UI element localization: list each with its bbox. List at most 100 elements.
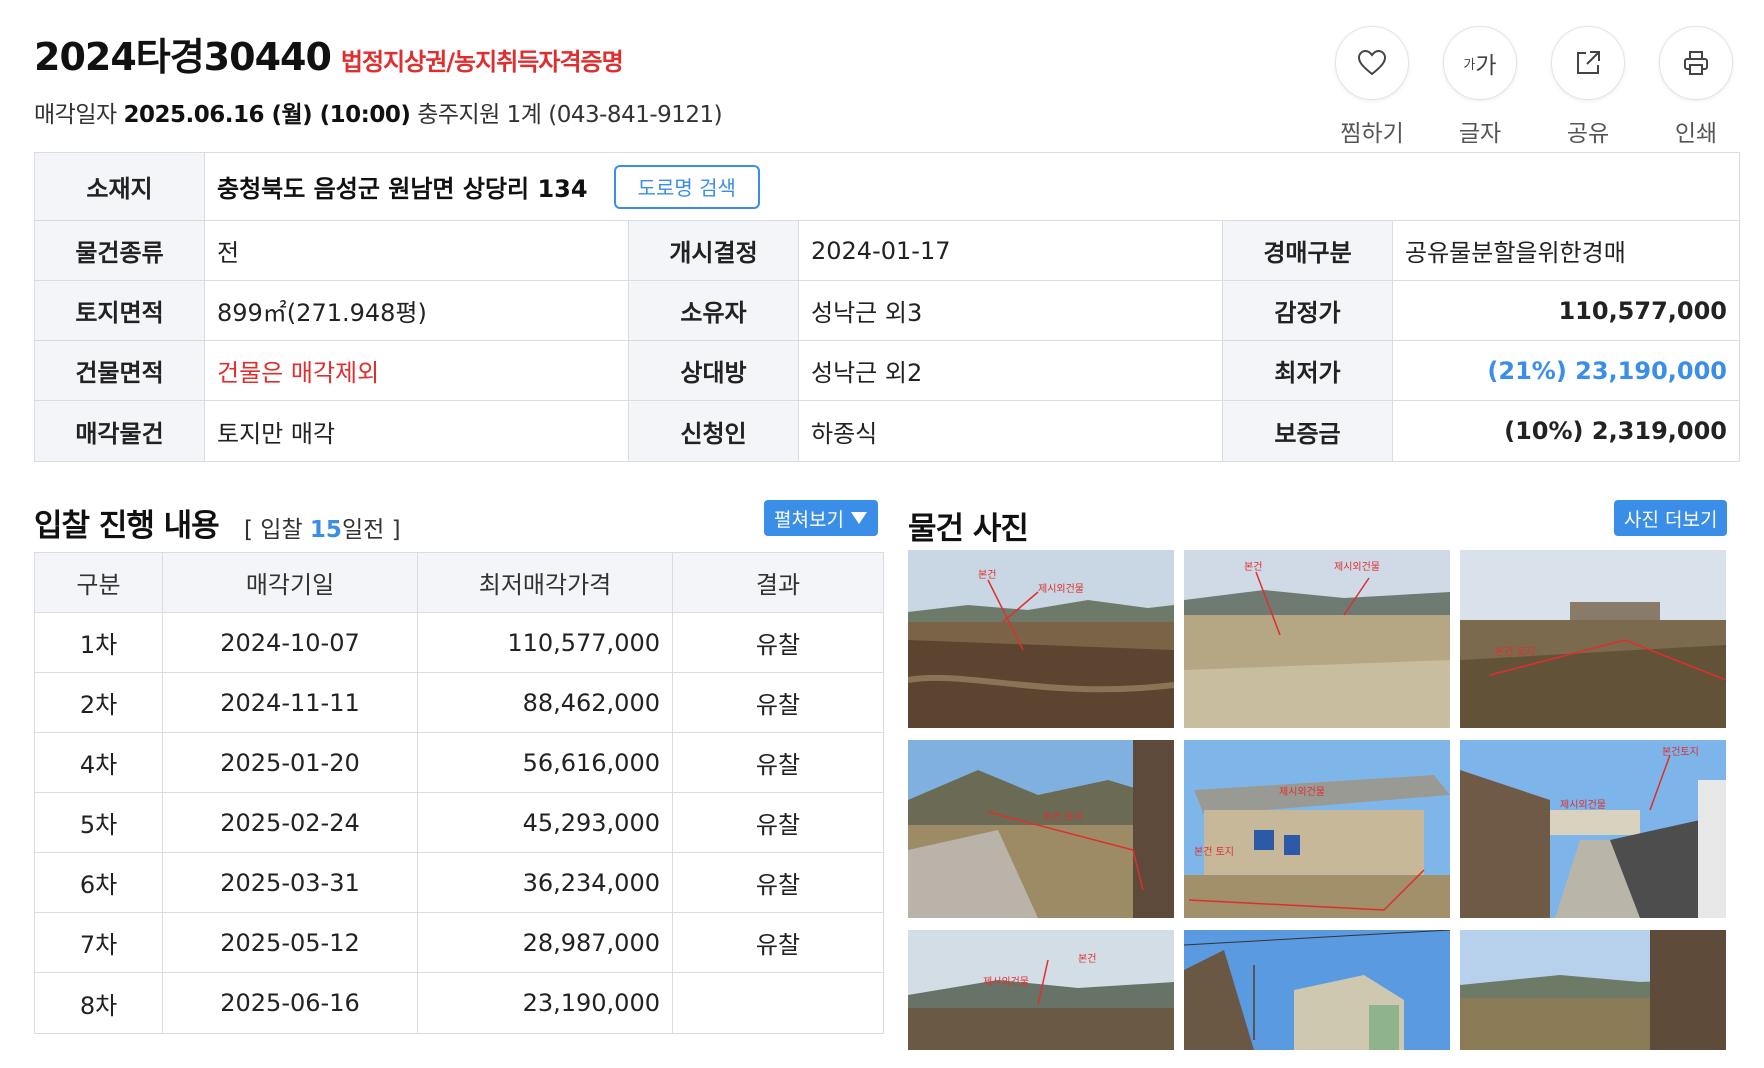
price-cell: 36,234,000: [418, 853, 673, 912]
font-size-button[interactable]: 가가 글자: [1442, 26, 1518, 148]
price-cell: 23,190,000: [418, 973, 673, 1033]
sale-court: 충주지원 1계 (043-841-9121): [417, 102, 723, 128]
photo-caption: 제시외건물: [1038, 583, 1084, 595]
photo-caption: 제시외건물: [1334, 561, 1380, 573]
share-label: 공유: [1566, 121, 1610, 147]
info-label: 신청인: [629, 401, 799, 461]
property-photo[interactable]: [1460, 930, 1726, 1050]
expand-button[interactable]: 펼쳐보기: [764, 500, 878, 536]
property-photo[interactable]: 본건토지 제시외건물: [1460, 740, 1726, 918]
counterparty-value: 성낙근 외2: [799, 341, 1223, 400]
print-label: 인쇄: [1674, 121, 1718, 147]
expand-label: 펼쳐보기: [774, 508, 844, 531]
result-cell: 유찰: [755, 631, 801, 659]
info-row: 토지면적 899㎡(271.948평) 소유자 성낙근 외3 감정가 110,5…: [35, 281, 1739, 341]
info-label: 감정가: [1223, 281, 1393, 340]
info-label: 상대방: [629, 341, 799, 400]
location-address: 충청북도 음성군 원남면 상당리 134: [217, 175, 588, 203]
font-size-glyph-small: 가: [1463, 57, 1476, 73]
round-cell: 4차: [35, 733, 163, 792]
round-cell: 2차: [35, 673, 163, 732]
auction-type-value: 공유물분할을위한경매: [1405, 239, 1626, 267]
road-name-search-button[interactable]: 도로명 검색: [613, 164, 760, 209]
bid-history-table: 구분 매각기일 최저매각가격 결과 1차 2024-10-07 110,577,…: [34, 552, 884, 1034]
tool-bar: 찜하기 가가 글자 공유 인쇄: [1334, 26, 1734, 148]
heart-icon[interactable]: [1335, 26, 1409, 100]
photo-caption: 본건토지: [1662, 746, 1699, 758]
font-size-icon[interactable]: 가가: [1443, 26, 1517, 100]
triangle-down-icon: [850, 512, 867, 524]
table-row: 2차 2024-11-11 88,462,000 유찰: [35, 673, 883, 733]
round-cell: 8차: [35, 973, 163, 1033]
property-type-value: 전: [205, 221, 629, 280]
minimum-price-value: (21%) 23,190,000: [1487, 356, 1727, 385]
table-row: 1차 2024-10-07 110,577,000 유찰: [35, 613, 883, 673]
photo-caption: 제시외건물: [983, 976, 1029, 988]
table-header-row: 구분 매각기일 최저매각가격 결과: [35, 553, 883, 613]
landscape-photo-image: 본건 제시외건물: [908, 550, 1174, 728]
photo-caption: 본건: [978, 569, 996, 581]
result-cell: 유찰: [755, 751, 801, 779]
more-photos-button[interactable]: 사진 더보기: [1614, 500, 1728, 536]
landscape-photo-image: 본건 제시외건물: [1184, 550, 1450, 728]
date-cell: 2025-02-24: [163, 793, 418, 852]
result-cell: 유찰: [755, 931, 801, 959]
location-cell: 충청북도 음성군 원남면 상당리 134 도로명 검색: [205, 153, 1739, 220]
share-icon[interactable]: [1551, 26, 1625, 100]
info-label: 소유자: [629, 281, 799, 340]
column-header: 최저매각가격: [418, 553, 673, 612]
bid-days-left: [ 입찰 15일전 ]: [244, 510, 401, 544]
result-cell: 유찰: [755, 811, 801, 839]
info-label: 개시결정: [629, 221, 799, 280]
land-area-value: 899㎡(271.948평): [205, 281, 629, 340]
column-header: 매각기일: [163, 553, 418, 612]
price-cell: 88,462,000: [418, 673, 673, 732]
price-cell: 28,987,000: [418, 913, 673, 972]
owner-value: 성낙근 외3: [799, 281, 1223, 340]
building-area-value: 건물은 매각제외: [205, 341, 629, 400]
sale-item-value: 토지만 매각: [205, 401, 629, 461]
property-photo[interactable]: 본건 토지: [1460, 550, 1726, 728]
round-cell: 7차: [35, 913, 163, 972]
table-row: 7차 2025-05-12 28,987,000 유찰: [35, 913, 883, 973]
property-photo[interactable]: 본건 제시외건물: [1184, 550, 1450, 728]
column-header: 구분: [35, 553, 163, 612]
property-photo[interactable]: 제시외건물 본건: [908, 930, 1174, 1050]
bid-days-count: 15: [309, 517, 342, 543]
property-photo[interactable]: 본건 토지: [908, 740, 1174, 918]
photo-caption: 본건 토지: [1194, 846, 1234, 858]
commencement-date-value: 2024-01-17: [799, 221, 1223, 280]
round-cell: 5차: [35, 793, 163, 852]
property-photo[interactable]: 본건 제시외건물: [908, 550, 1174, 728]
table-row: 6차 2025-03-31 36,234,000 유찰: [35, 853, 883, 913]
print-icon[interactable]: [1659, 26, 1733, 100]
sale-date-prefix: 매각일자: [34, 102, 117, 128]
property-photo[interactable]: 제시외건물 본건 토지: [1184, 740, 1450, 918]
wishlist-button[interactable]: 찜하기: [1334, 26, 1410, 148]
property-photo[interactable]: [1184, 930, 1450, 1050]
deposit-value: (10%) 2,319,000: [1504, 417, 1727, 445]
price-cell: 110,577,000: [418, 613, 673, 672]
landscape-photo-image: 본건 토지: [908, 740, 1174, 918]
share-button[interactable]: 공유: [1550, 26, 1626, 148]
landscape-photo-image: 본건 토지: [1460, 550, 1726, 728]
result-cell: 유찰: [755, 871, 801, 899]
landscape-photo-image: [1184, 930, 1450, 1050]
round-cell: 6차: [35, 853, 163, 912]
photo-caption: 본건: [1244, 561, 1262, 573]
applicant-value: 하종식: [799, 401, 1223, 461]
date-cell: 2024-11-11: [163, 673, 418, 732]
info-row: 건물면적 건물은 매각제외 상대방 성낙근 외2 최저가 (21%) 23,19…: [35, 341, 1739, 401]
location-label: 소재지: [35, 153, 205, 220]
photo-grid: 본건 제시외건물 본건 제시외건물 본건 토지 본건 토지 제시외건물 본건 토…: [908, 550, 1728, 1050]
price-cell: 56,616,000: [418, 733, 673, 792]
info-label: 경매구분: [1223, 221, 1393, 280]
date-cell: 2025-06-16: [163, 973, 418, 1033]
date-cell: 2025-03-31: [163, 853, 418, 912]
photo-caption: 제시외건물: [1279, 786, 1325, 798]
date-cell: 2024-10-07: [163, 613, 418, 672]
print-button[interactable]: 인쇄: [1658, 26, 1734, 148]
info-label: 보증금: [1223, 401, 1393, 461]
table-row: 4차 2025-01-20 56,616,000 유찰: [35, 733, 883, 793]
font-size-glyph-big: 가: [1475, 53, 1497, 79]
